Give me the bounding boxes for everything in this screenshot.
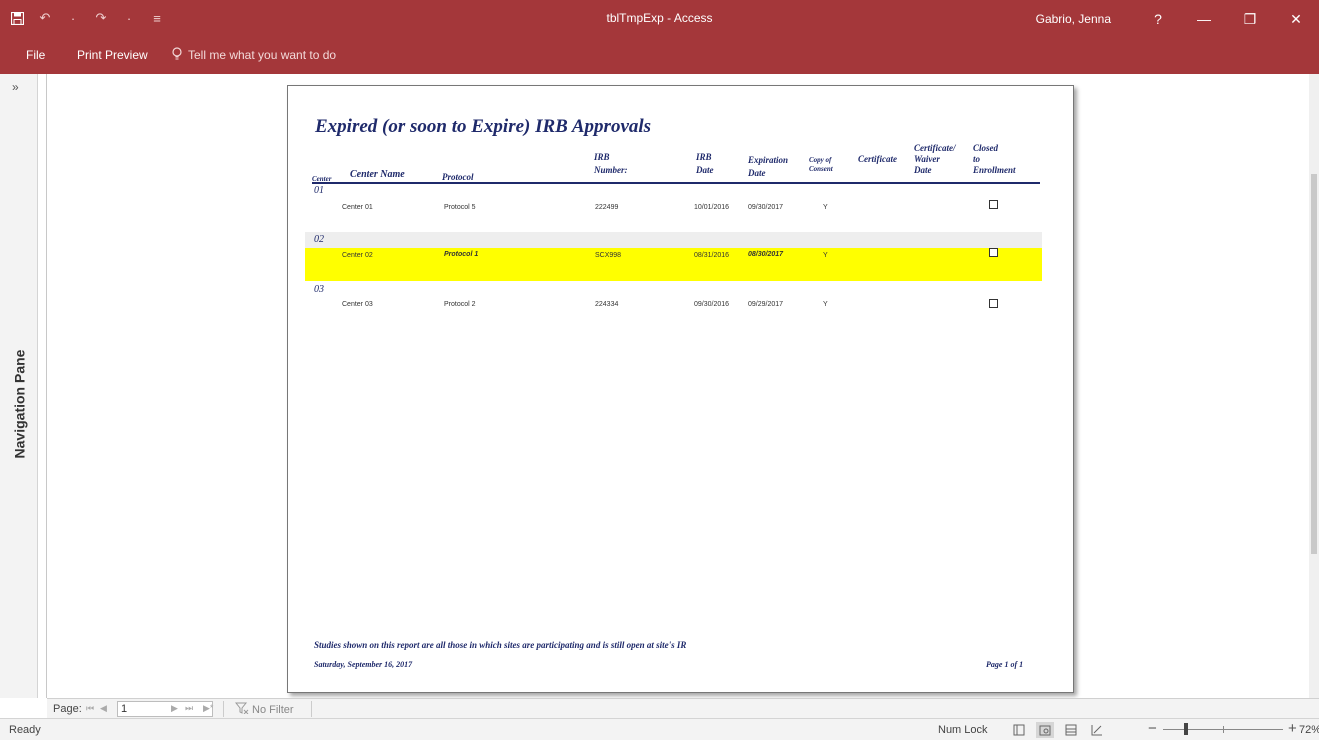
- cell-center-name: Center 03: [342, 301, 373, 308]
- lightbulb-icon: [172, 47, 182, 63]
- navigation-pane-label[interactable]: Navigation Pane: [4, 294, 34, 514]
- header-irb-date-2: Date: [696, 165, 714, 175]
- report-page-number: Page 1 of 1: [986, 660, 1024, 669]
- cell-center-name: Center 01: [342, 204, 373, 211]
- report-page: Expired (or soon to Expire) IRB Approval…: [287, 85, 1074, 693]
- cell-irb-date: 08/31/2016: [694, 252, 730, 259]
- cell-irb-date: 09/30/2016: [694, 301, 730, 308]
- closed-checkbox: [989, 200, 998, 209]
- header-certificate-waiver-2: Waiver: [914, 154, 940, 164]
- header-irb-date-1: IRB: [696, 152, 712, 162]
- page-label: Page:: [53, 703, 82, 715]
- group-center-01: 01: [314, 185, 324, 196]
- header-rule: [312, 182, 1040, 184]
- user-name[interactable]: Gabrio, Jenna: [1036, 12, 1111, 26]
- divider: [311, 701, 312, 717]
- expand-nav-icon[interactable]: »: [12, 80, 19, 94]
- report-title: Expired (or soon to Expire) IRB Approval…: [315, 116, 652, 137]
- header-expiration-2: Date: [748, 168, 766, 178]
- header-irb-number-2: Number:: [594, 165, 628, 175]
- cell-irb-number: 222499: [595, 204, 619, 211]
- cell-expiration-date: 09/30/2017: [748, 204, 784, 211]
- group-center-02: 02: [314, 234, 324, 245]
- header-closed-1: Closed: [973, 143, 999, 153]
- design-view-icon[interactable]: [1088, 722, 1106, 738]
- tab-file[interactable]: File: [26, 48, 45, 62]
- filter-icon: [234, 702, 249, 717]
- num-lock-indicator: Num Lock: [938, 724, 988, 736]
- page-number-input[interactable]: 1: [117, 701, 213, 717]
- header-certificate-waiver-1: Certificate/: [914, 143, 956, 153]
- scrollbar-thumb[interactable]: [1311, 174, 1317, 554]
- navigation-pane-text: Navigation Pane: [11, 349, 28, 459]
- customize-toolbar-icon[interactable]: ≡: [148, 9, 166, 27]
- next-page-icon[interactable]: ▶: [171, 703, 178, 714]
- status-ready: Ready: [9, 724, 41, 736]
- cell-protocol: Protocol 5: [444, 204, 476, 211]
- cell-center-name: Center 02: [342, 252, 373, 259]
- header-certificate-waiver-3: Date: [914, 165, 932, 175]
- save-icon[interactable]: [8, 9, 26, 27]
- redo-icon[interactable]: ↷: [92, 9, 110, 27]
- cell-copy-of-consent: Y: [823, 301, 828, 308]
- help-button[interactable]: ?: [1135, 0, 1181, 38]
- zoom-100-tick: [1223, 726, 1224, 733]
- close-button[interactable]: ✕: [1273, 0, 1319, 38]
- title-bar: ↶ · ↷ · ≡ tblTmpExp - Access Gabrio, Jen…: [0, 0, 1319, 38]
- group-center-03: 03: [314, 284, 324, 295]
- print-preview-icon[interactable]: [1036, 722, 1054, 738]
- restore-button[interactable]: ❐: [1227, 0, 1273, 38]
- new-record-icon[interactable]: ▶*: [203, 703, 213, 714]
- zoom-level[interactable]: 72%: [1299, 724, 1319, 736]
- minimize-button[interactable]: —: [1181, 0, 1227, 38]
- cell-protocol: Protocol 2: [444, 301, 476, 308]
- prev-page-icon[interactable]: ◀: [100, 703, 107, 714]
- vertical-scrollbar[interactable]: [1309, 74, 1319, 698]
- header-closed-3: Enrollment: [973, 165, 1016, 175]
- quick-access-toolbar: ↶ · ↷ · ≡: [8, 9, 166, 27]
- closed-checkbox: [989, 299, 998, 308]
- report-footer-note: Studies shown on this report are all tho…: [314, 640, 687, 650]
- tell-me-text: Tell me what you want to do: [188, 48, 337, 62]
- report-view-icon[interactable]: [1010, 722, 1028, 738]
- cell-irb-date: 10/01/2016: [694, 204, 730, 211]
- cell-copy-of-consent: Y: [823, 252, 828, 259]
- closed-checkbox: [989, 248, 998, 257]
- navigation-pane[interactable]: » Navigation Pane: [0, 74, 38, 698]
- undo-icon[interactable]: ↶: [36, 9, 54, 27]
- group-header-band: [305, 232, 1042, 248]
- tab-print-preview[interactable]: Print Preview: [77, 48, 148, 62]
- zoom-out-button[interactable]: −: [1148, 720, 1157, 737]
- record-navigation-bar: Page: ⏮ ◀ 1 ▶ ⏭ ▶* No Filter: [47, 698, 1319, 718]
- header-closed-2: to: [973, 154, 981, 164]
- layout-view-icon[interactable]: [1062, 722, 1080, 738]
- tell-me-search[interactable]: Tell me what you want to do: [172, 47, 336, 63]
- first-page-icon[interactable]: ⏮: [86, 703, 94, 714]
- redo-dropdown-icon[interactable]: ·: [120, 9, 138, 27]
- cell-copy-of-consent: Y: [823, 204, 828, 211]
- ribbon: File Print Preview Tell me what you want…: [0, 38, 1319, 74]
- no-filter-button[interactable]: No Filter: [234, 702, 294, 717]
- cell-expiration-date: 08/30/2017: [748, 251, 784, 258]
- header-center-name: Center Name: [350, 169, 405, 180]
- cell-irb-number: 224334: [595, 301, 619, 308]
- header-expiration-1: Expiration: [748, 155, 789, 165]
- zoom-slider-thumb[interactable]: [1184, 723, 1188, 735]
- zoom-in-button[interactable]: +: [1288, 720, 1297, 737]
- header-certificate: Certificate: [858, 154, 897, 164]
- status-bar: Ready Num Lock − + 72%: [0, 718, 1319, 740]
- header-irb-number-1: IRB: [594, 152, 610, 162]
- header-copy-of-consent-2: Consent: [809, 165, 833, 173]
- no-filter-label: No Filter: [252, 703, 294, 716]
- cell-expiration-date: 09/29/2017: [748, 301, 784, 308]
- last-page-icon[interactable]: ⏭: [185, 703, 193, 714]
- undo-dropdown-icon[interactable]: ·: [64, 9, 82, 27]
- divider: [223, 701, 224, 717]
- cell-irb-number: SCX998: [595, 252, 622, 259]
- report-date: Saturday, September 16, 2017: [314, 660, 413, 669]
- window-controls: Gabrio, Jenna ? — ❐ ✕: [1036, 0, 1319, 38]
- highlight-band: [305, 248, 1042, 281]
- cell-protocol: Protocol 1: [444, 251, 479, 258]
